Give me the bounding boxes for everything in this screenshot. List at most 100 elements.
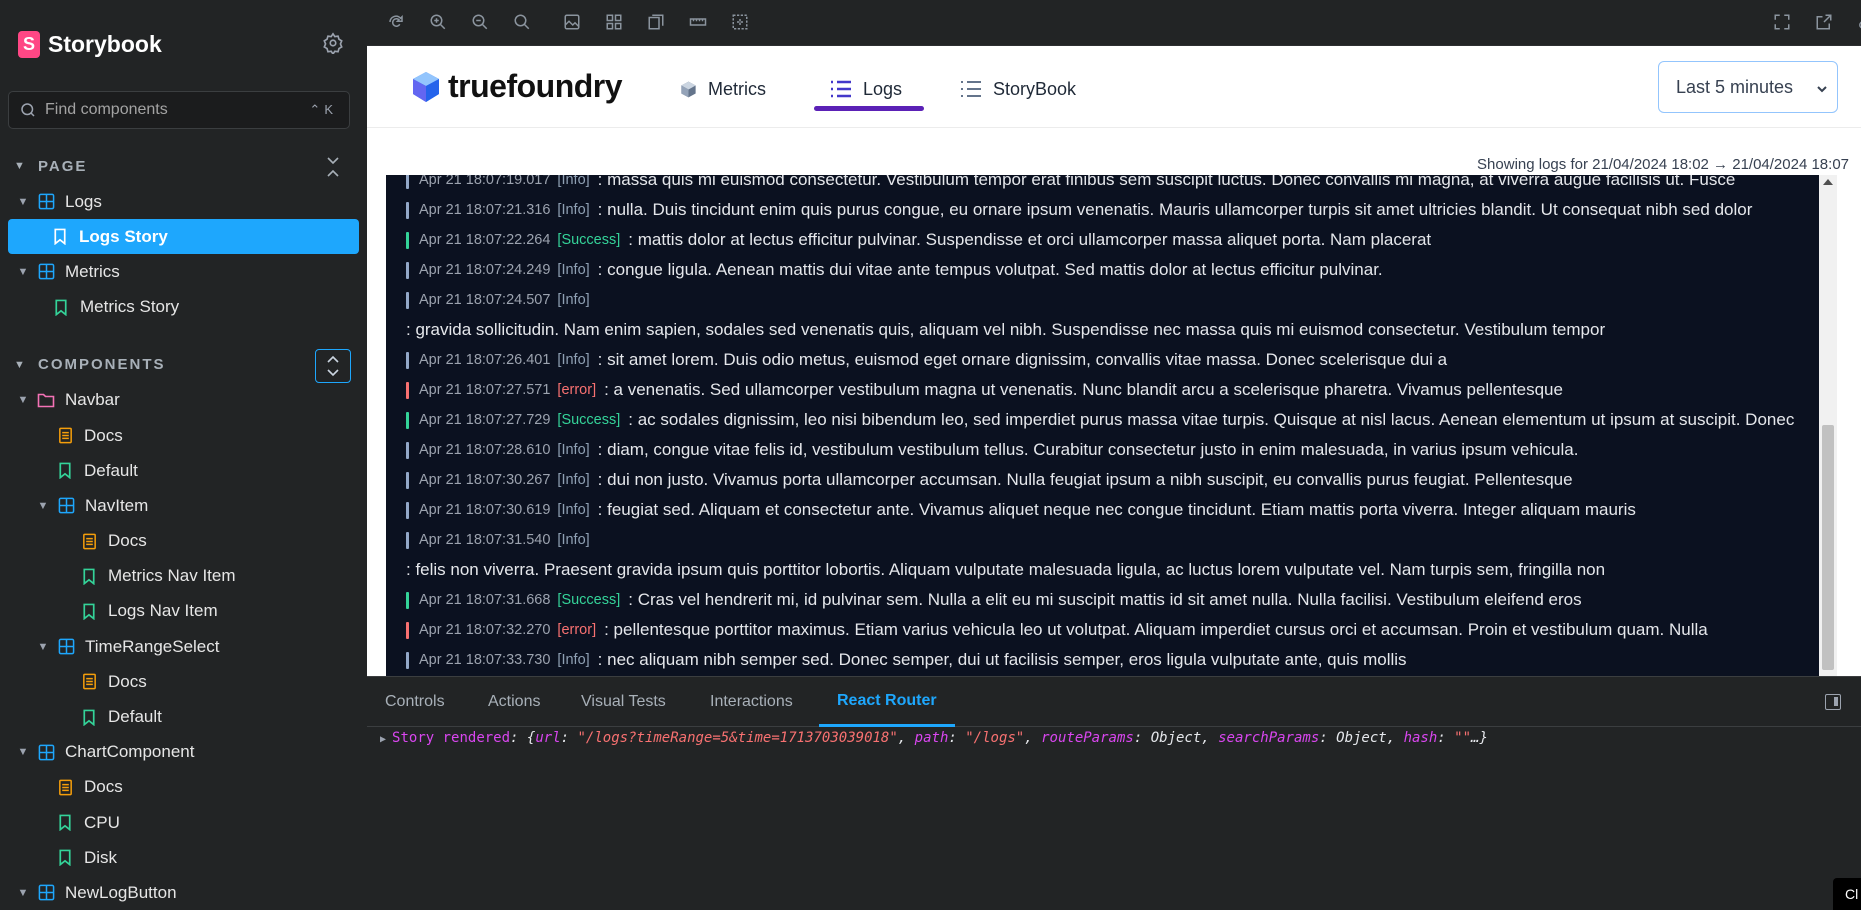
open-new-tab-icon[interactable] xyxy=(1813,11,1835,33)
corner-button[interactable]: Cl xyxy=(1833,878,1861,910)
scrollbar-thumb[interactable] xyxy=(1822,425,1834,670)
search-box[interactable]: ⌃K xyxy=(8,91,350,129)
viewport-icon[interactable] xyxy=(645,11,667,33)
log-line: Apr 21 18:07:33.730 [Info]: nec aliquam n… xyxy=(386,645,1819,675)
log-lines: Apr 21 18:07:19.017 [Info]: massa quis mi… xyxy=(386,175,1819,675)
sidebar-item-navbar[interactable]: ▼ Navbar xyxy=(0,383,367,418)
nav-logs-label: Logs xyxy=(863,78,903,99)
app-navbar: truefoundry Metrics Logs StoryBook Last … xyxy=(367,46,1861,128)
log-message: : pellentesque porttitor maximus. Etiam … xyxy=(604,620,1708,639)
sidebar-item-chart-docs[interactable]: Docs xyxy=(0,770,367,805)
sidebar-item-timerange-docs[interactable]: Docs xyxy=(0,664,367,699)
zoom-out-icon[interactable] xyxy=(469,11,491,33)
tab-react-router[interactable]: React Router xyxy=(819,677,955,727)
log-level-bar xyxy=(406,201,409,219)
settings-gear-icon[interactable] xyxy=(322,32,344,56)
sidebar-item-timerangeselect[interactable]: ▼ TimeRangeSelect xyxy=(0,629,367,664)
brand-name: Storybook xyxy=(48,30,162,57)
sidebar-item-logs-story[interactable]: Logs Story xyxy=(8,219,359,255)
log-level-bar xyxy=(406,471,409,489)
truefoundry-logo[interactable]: truefoundry xyxy=(410,68,623,105)
background-icon[interactable] xyxy=(561,11,583,33)
copy-link-icon[interactable] xyxy=(1855,11,1861,33)
log-message: : congue ligula. Aenean mattis dui vitae… xyxy=(597,260,1383,279)
log-line: Apr 21 18:07:27.729 [Success]: ac sodales… xyxy=(386,405,1819,435)
log-line: Apr 21 18:07:24.507 [Info] xyxy=(386,285,1819,315)
console-value: Object xyxy=(1150,730,1202,746)
log-level: [Info] xyxy=(557,472,590,488)
router-console-line[interactable]: ▶ Story rendered: {url: "/logs?timeRange=… xyxy=(380,730,1488,746)
nav-storybook[interactable]: StoryBook xyxy=(959,74,1076,104)
component-icon xyxy=(37,193,55,211)
tab-actions[interactable]: Actions xyxy=(488,677,540,727)
log-message: : gravida sollicitudin. Nam enim sapien,… xyxy=(406,320,1606,339)
sidebar-item-disk[interactable]: Disk xyxy=(0,840,367,875)
sidebar-item-metrics-story[interactable]: Metrics Story xyxy=(0,290,367,325)
sidebar-item-navitem-docs[interactable]: Docs xyxy=(0,524,367,559)
tab-visual-tests[interactable]: Visual Tests xyxy=(581,677,666,727)
time-range-select[interactable]: Last 5 minutes xyxy=(1658,61,1838,113)
log-line: Apr 21 18:07:28.610 [Info]: diam, congue … xyxy=(386,435,1819,465)
document-icon xyxy=(80,532,98,550)
section-components[interactable]: ▼ COMPONENTS xyxy=(0,347,367,383)
search-input[interactable] xyxy=(45,101,310,119)
sidebar-item-logs-nav-item[interactable]: Logs Nav Item xyxy=(0,594,367,629)
sidebar-item-cpu[interactable]: CPU xyxy=(0,805,367,840)
sidebar-item-logs[interactable]: ▼ Logs xyxy=(0,184,367,219)
log-message: : mattis dolor at lectus efficitur pulvi… xyxy=(628,230,1432,249)
tab-interactions[interactable]: Interactions xyxy=(710,677,793,727)
sidebar-item-navbar-docs[interactable]: Docs xyxy=(0,418,367,453)
reload-icon[interactable] xyxy=(385,11,407,33)
search-shortcut: ⌃K xyxy=(309,102,337,117)
nav-logs[interactable]: Logs xyxy=(829,74,902,104)
chevron-down-icon: ▼ xyxy=(17,265,29,278)
fullscreen-icon[interactable] xyxy=(1771,11,1793,33)
log-level: [Info] xyxy=(557,202,590,218)
log-level-bar xyxy=(406,381,409,399)
zoom-in-icon[interactable] xyxy=(427,11,449,33)
grid-icon[interactable] xyxy=(603,11,625,33)
sidebar-item-navitem[interactable]: ▼ NavItem xyxy=(0,488,367,523)
tab-controls[interactable]: Controls xyxy=(385,677,445,727)
sidebar-item-chartcomponent[interactable]: ▼ ChartComponent xyxy=(0,735,367,770)
chevron-down-icon: ▼ xyxy=(14,160,27,172)
nav-metrics-label: Metrics xyxy=(708,78,766,99)
log-timestamp: Apr 21 18:07:24.507 xyxy=(419,292,551,308)
section-page[interactable]: ▼ PAGE xyxy=(0,148,367,184)
sidebar-item-label: Logs xyxy=(65,191,102,211)
collapse-all-icon[interactable] xyxy=(315,150,351,184)
bookmark-icon xyxy=(56,814,74,832)
zoom-reset-icon[interactable] xyxy=(511,11,533,33)
sidebar-item-label: Navbar xyxy=(65,390,120,410)
nav-metrics[interactable]: Metrics xyxy=(679,74,766,104)
expand-collapse-icon[interactable] xyxy=(315,348,351,383)
document-icon xyxy=(56,778,74,796)
log-timestamp: Apr 21 18:07:28.610 xyxy=(419,442,551,458)
log-scrollbar[interactable] xyxy=(1819,175,1837,676)
log-level-bar xyxy=(406,591,409,609)
log-level-bar xyxy=(406,261,409,279)
cube-icon xyxy=(679,80,698,99)
scroll-up-arrow-icon[interactable] xyxy=(1823,179,1833,185)
sidebar-item-metrics[interactable]: ▼ Metrics xyxy=(0,254,367,289)
log-line: Apr 21 18:07:31.668 [Success]: Cras vel h… xyxy=(386,585,1819,615)
addons-tabs: Controls Actions Visual Tests Interactio… xyxy=(367,677,1861,727)
log-level-bar xyxy=(406,231,409,249)
expand-triangle-icon[interactable]: ▶ xyxy=(380,734,386,745)
brand[interactable]: S Storybook xyxy=(18,28,162,60)
measure-icon[interactable] xyxy=(687,11,709,33)
log-level: [Info] xyxy=(557,175,590,188)
document-icon xyxy=(80,673,98,691)
panel-layout-icon[interactable] xyxy=(1825,694,1841,710)
bookmark-icon xyxy=(56,849,74,867)
sidebar-item-timerange-default[interactable]: Default xyxy=(0,699,367,734)
outline-icon[interactable] xyxy=(729,11,751,33)
log-timestamp: Apr 21 18:07:27.729 xyxy=(419,412,551,428)
log-viewer[interactable]: Apr 21 18:07:19.017 [Info]: massa quis mi… xyxy=(386,175,1837,676)
sidebar-item-metrics-nav-item[interactable]: Metrics Nav Item xyxy=(0,559,367,594)
bookmark-icon xyxy=(80,567,98,585)
storybook-logo-icon: S xyxy=(18,30,40,58)
sidebar-item-navbar-default[interactable]: Default xyxy=(0,453,367,488)
sidebar-item-newlogbutton[interactable]: ▼ NewLogButton xyxy=(0,875,367,910)
